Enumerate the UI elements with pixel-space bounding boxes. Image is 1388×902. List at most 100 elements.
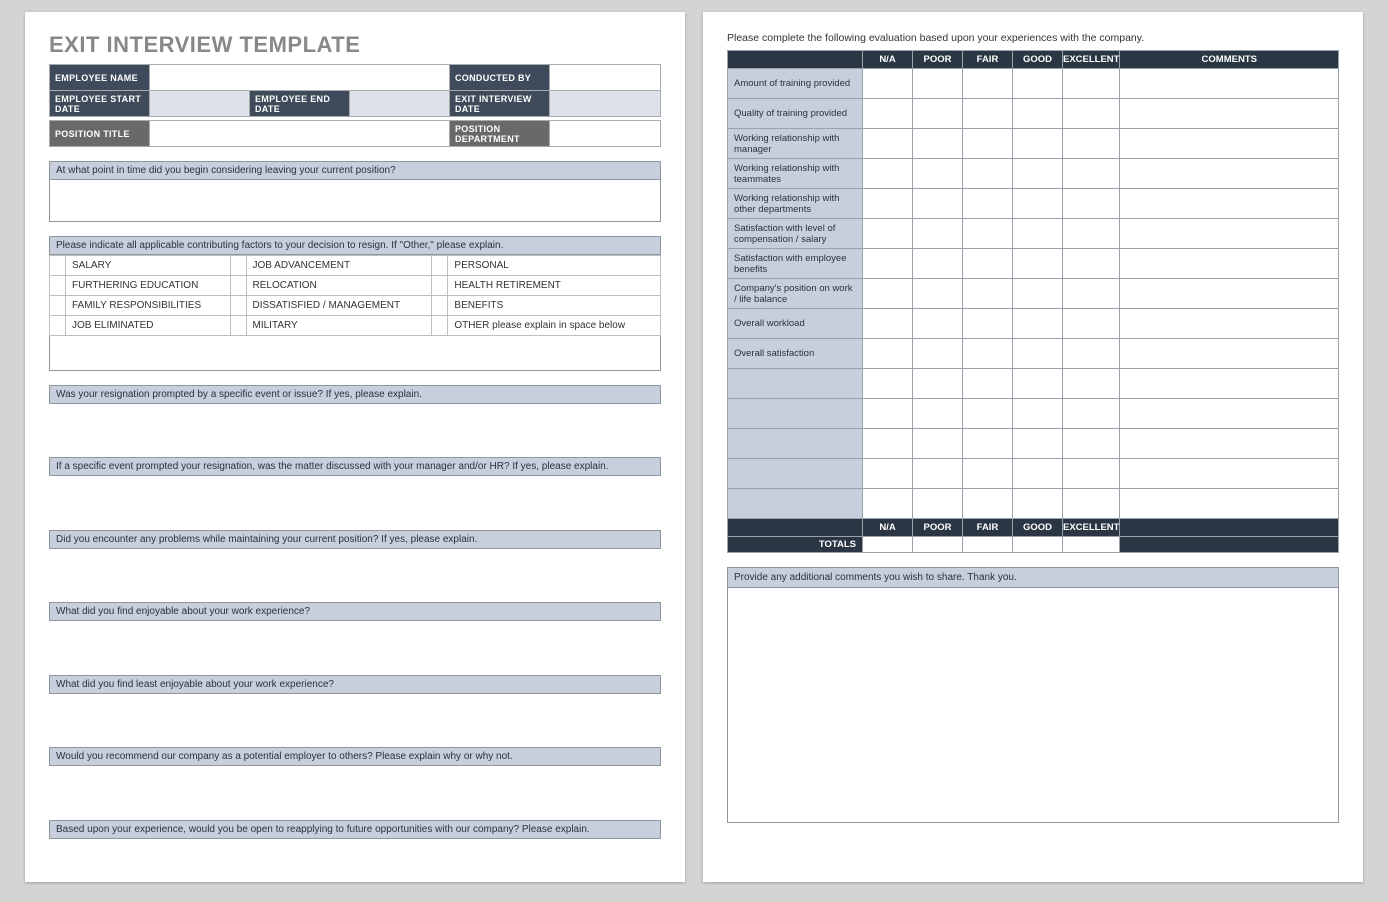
- eval-cell-good[interactable]: [1013, 249, 1063, 279]
- totals-excellent[interactable]: [1063, 537, 1120, 553]
- eval-cell-excellent[interactable]: [1063, 309, 1120, 339]
- eval-cell-na[interactable]: [863, 219, 913, 249]
- eval-cell-good[interactable]: [1013, 279, 1063, 309]
- chk-management[interactable]: [230, 296, 246, 316]
- eval-row-blank: [728, 369, 863, 399]
- eval-cell-na[interactable]: [863, 189, 913, 219]
- eval-cell-fair[interactable]: [963, 219, 1013, 249]
- eval-cell-poor[interactable]: [913, 219, 963, 249]
- eval-cell-excellent[interactable]: [1063, 219, 1120, 249]
- input-position-title[interactable]: [150, 121, 450, 147]
- col-good: GOOD: [1013, 51, 1063, 69]
- eval-cell-na[interactable]: [863, 69, 913, 99]
- chk-relocation[interactable]: [230, 276, 246, 296]
- eval-cell-na[interactable]: [863, 279, 913, 309]
- eval-cell-comments[interactable]: [1120, 99, 1339, 129]
- eval-cell-poor[interactable]: [913, 69, 963, 99]
- eval-cell-na[interactable]: [863, 339, 913, 369]
- chk-eliminated[interactable]: [50, 316, 66, 336]
- eval-cell-comments[interactable]: [1120, 69, 1339, 99]
- eval-cell-good[interactable]: [1013, 129, 1063, 159]
- eval-cell-poor[interactable]: [913, 279, 963, 309]
- eval-cell-good[interactable]: [1013, 309, 1063, 339]
- totals-poor[interactable]: [913, 537, 963, 553]
- eval-cell-excellent[interactable]: [1063, 69, 1120, 99]
- q1-input[interactable]: [50, 180, 661, 222]
- chk-family[interactable]: [50, 296, 66, 316]
- chk-benefits[interactable]: [432, 296, 448, 316]
- q8-input[interactable]: [50, 766, 661, 806]
- eval-cell-na[interactable]: [863, 309, 913, 339]
- eval-cell-good[interactable]: [1013, 69, 1063, 99]
- eval-cell-comments[interactable]: [1120, 279, 1339, 309]
- q6-input[interactable]: [50, 621, 661, 661]
- eval-cell-comments[interactable]: [1120, 159, 1339, 189]
- eval-cell-poor[interactable]: [913, 99, 963, 129]
- eval-cell-na[interactable]: [863, 249, 913, 279]
- eval-cell-good[interactable]: [1013, 189, 1063, 219]
- eval-cell-comments[interactable]: [1120, 219, 1339, 249]
- eval-cell-fair[interactable]: [963, 339, 1013, 369]
- eval-cell-na[interactable]: [863, 159, 913, 189]
- eval-cell-fair[interactable]: [963, 309, 1013, 339]
- totals-na[interactable]: [863, 537, 913, 553]
- eval-cell-na[interactable]: [863, 99, 913, 129]
- eval-cell-poor[interactable]: [913, 189, 963, 219]
- eval-cell-good[interactable]: [1013, 99, 1063, 129]
- eval-cell-excellent[interactable]: [1063, 279, 1120, 309]
- q2-other-input[interactable]: [50, 336, 661, 370]
- eval-cell-excellent[interactable]: [1063, 189, 1120, 219]
- chk-health[interactable]: [432, 276, 448, 296]
- eval-cell-excellent[interactable]: [1063, 339, 1120, 369]
- chk-other[interactable]: [432, 316, 448, 336]
- eval-cell-good[interactable]: [1013, 159, 1063, 189]
- eval-cell-fair[interactable]: [963, 279, 1013, 309]
- input-end-date[interactable]: [350, 91, 450, 117]
- totals-good[interactable]: [1013, 537, 1063, 553]
- eval-cell-comments[interactable]: [1120, 129, 1339, 159]
- input-start-date[interactable]: [150, 91, 250, 117]
- eval-cell-good[interactable]: [1013, 219, 1063, 249]
- q4-input[interactable]: [50, 476, 661, 516]
- chk-education[interactable]: [50, 276, 66, 296]
- chk-military[interactable]: [230, 316, 246, 336]
- input-interview-date[interactable]: [550, 91, 661, 117]
- eval-cell-poor[interactable]: [913, 129, 963, 159]
- chk-advancement[interactable]: [230, 256, 246, 276]
- eval-cell-fair[interactable]: [963, 129, 1013, 159]
- eval-cell-comments[interactable]: [1120, 339, 1339, 369]
- eval-cell-comments[interactable]: [1120, 309, 1339, 339]
- totals-fair[interactable]: [963, 537, 1013, 553]
- eval-cell-fair[interactable]: [963, 249, 1013, 279]
- eval-cell-fair[interactable]: [963, 99, 1013, 129]
- q5-input[interactable]: [50, 548, 661, 588]
- eval-cell-poor[interactable]: [913, 309, 963, 339]
- eval-cell-poor[interactable]: [913, 339, 963, 369]
- eval-cell-excellent[interactable]: [1063, 99, 1120, 129]
- eval-cell-excellent[interactable]: [1063, 129, 1120, 159]
- input-position-dept[interactable]: [550, 121, 661, 147]
- eval-cell-poor[interactable]: [913, 249, 963, 279]
- q7-input[interactable]: [50, 693, 661, 733]
- eval-cell-good[interactable]: [1013, 339, 1063, 369]
- q1-label: At what point in time did you begin cons…: [50, 162, 661, 180]
- opt-other: OTHER please explain in space below: [448, 316, 661, 336]
- chk-salary[interactable]: [50, 256, 66, 276]
- eval-row-blank: [728, 429, 863, 459]
- label-position-dept: POSITION DEPARTMENT: [450, 121, 550, 147]
- q9-input[interactable]: [50, 838, 661, 878]
- eval-cell-fair[interactable]: [963, 159, 1013, 189]
- input-conducted-by[interactable]: [550, 65, 661, 91]
- q3-input[interactable]: [50, 403, 661, 443]
- chk-personal[interactable]: [432, 256, 448, 276]
- final-comments-input[interactable]: [727, 588, 1339, 823]
- eval-cell-poor[interactable]: [913, 159, 963, 189]
- eval-cell-comments[interactable]: [1120, 189, 1339, 219]
- eval-cell-excellent[interactable]: [1063, 159, 1120, 189]
- eval-cell-comments[interactable]: [1120, 249, 1339, 279]
- eval-cell-fair[interactable]: [963, 69, 1013, 99]
- eval-cell-excellent[interactable]: [1063, 249, 1120, 279]
- eval-cell-fair[interactable]: [963, 189, 1013, 219]
- input-employee-name[interactable]: [150, 65, 450, 91]
- eval-cell-na[interactable]: [863, 129, 913, 159]
